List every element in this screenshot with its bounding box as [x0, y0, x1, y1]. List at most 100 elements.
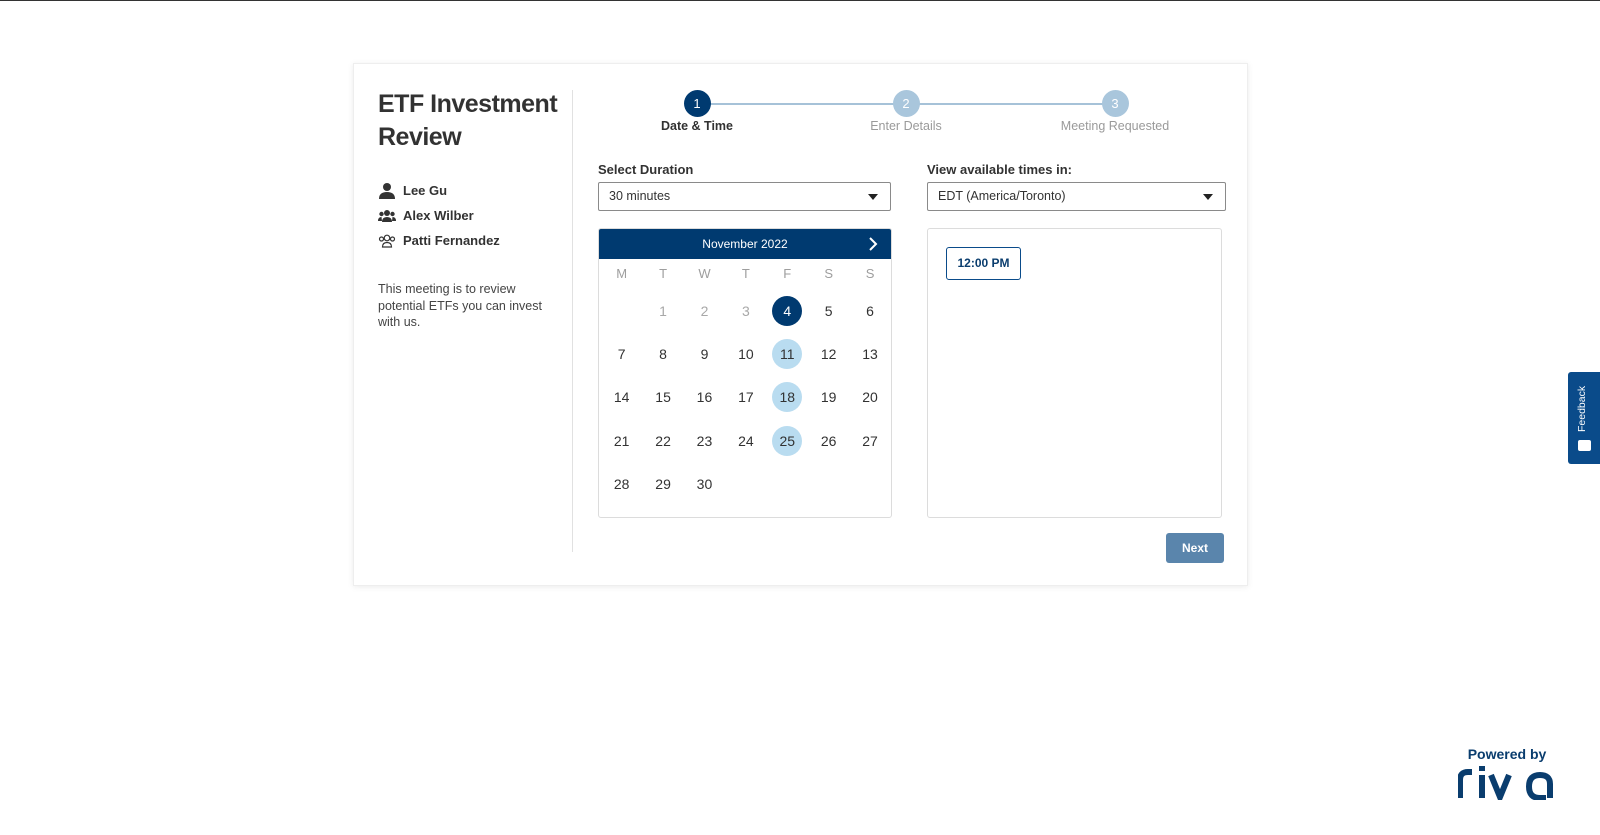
- meeting-title: ETF Investment Review: [378, 90, 558, 151]
- step-date-time: 1 Date & Time: [627, 90, 767, 133]
- calendar-day-number: 10: [738, 346, 754, 363]
- calendar-day-number: 6: [866, 302, 874, 319]
- time-slot-button[interactable]: 12:00 PM: [946, 247, 1021, 280]
- step-number: 2: [892, 90, 920, 117]
- calendar-day-number: 15: [655, 389, 671, 406]
- feedback-tab[interactable]: Feedback: [1568, 372, 1600, 464]
- step-label: Meeting Requested: [1060, 119, 1170, 133]
- calendar-month: November 2022: [702, 237, 788, 251]
- calendar-day[interactable]: 17: [725, 376, 766, 419]
- calendar-day-number: 5: [824, 302, 833, 319]
- attendee-item: Patti Fernandez: [378, 228, 560, 253]
- users-icon: [378, 209, 396, 222]
- calendar-day-available[interactable]: 18: [767, 376, 808, 419]
- calendar-day-number: 27: [862, 432, 878, 449]
- timezone-select[interactable]: EDT (America/Toronto): [927, 182, 1226, 211]
- calendar-day[interactable]: 16: [684, 376, 725, 419]
- calendar-day[interactable]: 19: [808, 376, 849, 419]
- calendar-day-number: 4: [772, 295, 803, 326]
- calendar-day-number: 20: [862, 389, 878, 406]
- calendar-day[interactable]: 14: [601, 376, 642, 419]
- calendar-day-number: 16: [696, 389, 713, 406]
- time-slot-panel: 12:00 PM: [927, 228, 1222, 518]
- calendar-day-selected[interactable]: 4: [767, 289, 808, 332]
- weekday-header: S: [824, 266, 833, 281]
- attendee-name: Alex Wilber: [403, 208, 474, 223]
- next-button[interactable]: Next: [1166, 533, 1224, 563]
- step-enter-details: 2 Enter Details: [836, 90, 976, 133]
- calendar-day: 2: [684, 289, 725, 332]
- calendar-day[interactable]: 15: [642, 376, 683, 419]
- meeting-description: This meeting is to review potential ETFs…: [378, 282, 542, 329]
- weekday-header: W: [698, 266, 711, 281]
- duration-select[interactable]: 30 minutes: [598, 182, 891, 211]
- calendar-day-number: 12: [820, 346, 837, 363]
- attendee-item: Alex Wilber: [378, 203, 560, 228]
- duration-label: Select Duration: [598, 162, 694, 177]
- calendar-day-number: 7: [617, 346, 626, 363]
- calendar-day[interactable]: 26: [808, 419, 849, 462]
- calendar-day[interactable]: 29: [642, 463, 683, 506]
- calendar-day-number: 1: [659, 302, 667, 319]
- feedback-label: Feedback: [1576, 385, 1588, 432]
- step-label: Enter Details: [870, 119, 942, 133]
- duration-value: 30 minutes: [609, 189, 671, 203]
- calendar-day-number: 3: [741, 302, 750, 319]
- calendar-day[interactable]: 20: [849, 376, 890, 419]
- weekday-header: T: [741, 266, 750, 281]
- weekday-header: M: [616, 266, 628, 281]
- date-calendar: November 2022 M T W T F S S 1 2 3 4 5 6 7 8 9 10 11 12 13 14…: [598, 228, 892, 518]
- calendar-day-number: 30: [696, 476, 713, 493]
- feedback-icon: [1578, 440, 1591, 451]
- calendar-day[interactable]: 22: [642, 419, 683, 462]
- calendar-day-number: 24: [738, 432, 754, 449]
- calendar-day[interactable]: 5: [808, 289, 849, 332]
- calendar-day-number: 21: [613, 432, 630, 449]
- step-meeting-requested: 3 Meeting Requested: [1045, 90, 1185, 133]
- powered-by: Powered by: [1457, 746, 1557, 805]
- calendar-day-number: 17: [738, 389, 754, 406]
- user-icon: [379, 182, 395, 199]
- timezone-value: EDT (America/Toronto): [938, 189, 1066, 203]
- users-outline-icon: [378, 234, 396, 248]
- calendar-day[interactable]: 30: [684, 463, 725, 506]
- calendar-day[interactable]: 9: [684, 332, 725, 375]
- top-border: [0, 0, 1600, 1]
- weekday-header: S: [865, 266, 875, 281]
- calendar-day[interactable]: 12: [808, 332, 849, 375]
- calendar-day[interactable]: 10: [725, 332, 766, 375]
- calendar-day-number: 25: [772, 425, 803, 456]
- attendee-list: Lee Gu Alex Wilber Patti Fernandez: [378, 178, 560, 253]
- calendar-day-available[interactable]: 11: [767, 332, 808, 375]
- calendar-day-number: 8: [659, 346, 667, 363]
- calendar-day-number: 29: [655, 476, 671, 493]
- weekday-header: F: [783, 266, 792, 281]
- chevron-right-icon[interactable]: [865, 236, 881, 252]
- booking-card: ETF Investment Review Lee Gu Alex Wilber…: [353, 63, 1248, 586]
- calendar-day[interactable]: 8: [642, 332, 683, 375]
- calendar-day-number: 18: [772, 382, 803, 413]
- calendar-day-number: 19: [820, 389, 837, 406]
- calendar-day[interactable]: 24: [725, 419, 766, 462]
- calendar-day[interactable]: 21: [601, 419, 642, 462]
- calendar-day[interactable]: 13: [849, 332, 890, 375]
- calendar-day-number: 14: [613, 389, 630, 406]
- calendar-day[interactable]: 23: [684, 419, 725, 462]
- attendee-name: Patti Fernandez: [403, 233, 500, 248]
- panel-divider: [572, 90, 573, 552]
- calendar-day: 3: [725, 289, 766, 332]
- calendar-day[interactable]: 6: [849, 289, 890, 332]
- timezone-label: View available times in:: [927, 162, 1072, 177]
- meeting-info-panel: ETF Investment Review Lee Gu Alex Wilber…: [378, 88, 560, 331]
- calendar-day[interactable]: 7: [601, 332, 642, 375]
- calendar-day[interactable]: 27: [849, 419, 890, 462]
- calendar-day-number: 26: [820, 432, 837, 449]
- calendar-day[interactable]: 28: [601, 463, 642, 506]
- calendar-day-number: 2: [700, 302, 709, 319]
- calendar-grid: M T W T F S S 1 2 3 4 5 6 7 8 9 10 11 12 13 14 15 16 17 18 19 20 21…: [599, 259, 891, 506]
- calendar-day-available[interactable]: 25: [767, 419, 808, 462]
- attendee-item: Lee Gu: [378, 178, 560, 203]
- step-label: Date & Time: [660, 119, 733, 133]
- calendar-day-number: 23: [696, 432, 713, 449]
- chevron-down-icon: [868, 194, 878, 200]
